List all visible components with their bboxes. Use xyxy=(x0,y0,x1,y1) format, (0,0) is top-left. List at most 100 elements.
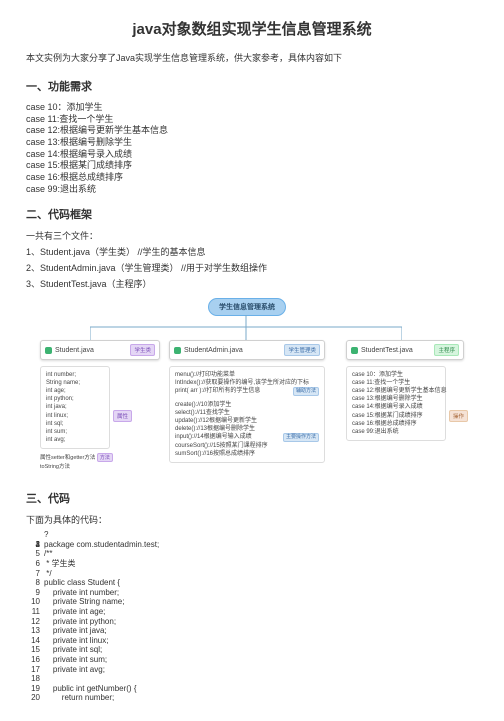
method: create()://10添加学生 xyxy=(175,401,319,409)
prop: int age; xyxy=(46,387,104,395)
code-text: private int java; xyxy=(44,626,107,635)
prop: int sql; xyxy=(46,420,104,428)
method: print( arr )://打印所有的学生信息 xyxy=(175,387,260,396)
method: input()://14根据编号输入成绩 xyxy=(175,433,252,442)
line-number: 18 xyxy=(26,674,40,684)
case-item: case 15:根据某门成绩排序 xyxy=(26,160,478,172)
case: case 99:退出系统 xyxy=(352,428,440,436)
page-title: java对象数组实现学生信息管理系统 xyxy=(26,18,478,39)
prop: int linux; xyxy=(46,412,104,420)
case-item: case 13:根据编号删除学生 xyxy=(26,137,478,149)
code-line: 9 private int number; xyxy=(26,588,478,598)
module-body: case 10：添加学生 case 11:查找一个学生 case 12:根据编号… xyxy=(346,366,446,441)
method: update()://12根据编号更新学生 xyxy=(175,417,319,425)
line-number: 4 xyxy=(26,540,40,550)
intro-text: 本文实例为大家分享了Java实现学生信息管理系统，供大家参考，具体内容如下 xyxy=(26,51,478,64)
code-line: ? xyxy=(26,530,478,540)
code-line: 11 private int age; xyxy=(26,607,478,617)
code-text: */ xyxy=(44,569,52,578)
line-number: 6 xyxy=(26,559,40,569)
prop: int java; xyxy=(46,403,104,411)
code-text: public class Student { xyxy=(44,578,120,587)
code-text: private int avg; xyxy=(44,665,105,674)
side-tag-prop: 属性 xyxy=(113,410,132,422)
method: courseSort()://15按照某门课程排序 xyxy=(175,442,319,450)
file-item: 1、Student.java（学生类） //学生的基本信息 xyxy=(26,246,478,258)
case-item: case 12:根据编号更新学生基本信息 xyxy=(26,125,478,137)
code-line: 15 private int sql; xyxy=(26,645,478,655)
code-line: 19 public int getNumber() { xyxy=(26,684,478,694)
method-tag: 方法 xyxy=(97,453,113,462)
case-item: case 10：添加学生 xyxy=(26,102,478,114)
section-heading-1: 一、功能需求 xyxy=(26,78,478,94)
code-line: 6 * 学生类 xyxy=(26,559,478,569)
prop: int avg; xyxy=(46,436,104,444)
prop: int sum; xyxy=(46,428,104,436)
code-line: 12 private int python; xyxy=(26,617,478,627)
module-footer: 属性setter和getter方法 方法 xyxy=(40,453,160,462)
module-tag: 学生类 xyxy=(130,344,155,356)
line-number: 20 xyxy=(26,693,40,703)
code-line: 8 public class Student { xyxy=(26,578,478,588)
main-method-tag: 主要操作方法 xyxy=(283,433,319,442)
module-student: Student.java 学生类 int number; String name… xyxy=(40,340,160,470)
line-number: 16 xyxy=(26,655,40,665)
code-text: private int sql; xyxy=(44,645,102,654)
code-text: private String name; xyxy=(44,597,124,606)
prop: String name; xyxy=(46,379,104,387)
code-text xyxy=(44,674,53,683)
case: case 15:根据某门成绩排序 xyxy=(352,412,440,420)
file-item: 2、StudentAdmin.java（学生管理类） //用于对学生数组操作 xyxy=(26,262,478,274)
module-student-admin: StudentAdmin.java 学生管理类 menu()://打印功能菜单 … xyxy=(169,340,325,463)
code-line: 16 private int sum; xyxy=(26,655,478,665)
case-item: case 14:根据编号录入成绩 xyxy=(26,149,478,161)
code-text: private int sum; xyxy=(44,655,107,664)
module-name: StudentAdmin.java xyxy=(184,347,243,354)
code-line: 14 private int linux; xyxy=(26,636,478,646)
code-block: ? xyxy=(26,530,478,540)
aux-method-tag: 辅助方法 xyxy=(293,387,319,396)
code-lines: 1234package com.studentadmin.test;5/**6 … xyxy=(26,540,478,703)
line-number: 14 xyxy=(26,636,40,646)
method: IntIndex()://获取要操作的编号,该学生所对应的下标 xyxy=(175,379,319,387)
line-number: 9 xyxy=(26,588,40,598)
module-student-test: StudentTest.java 主程序 case 10：添加学生 case 1… xyxy=(346,340,464,441)
case: case 13:根据编号删除学生 xyxy=(352,395,440,403)
module-header: StudentAdmin.java 学生管理类 xyxy=(169,340,325,360)
code-text: return number; xyxy=(44,693,114,702)
line-number: 12 xyxy=(26,617,40,627)
diagram-top-box: 学生信息管理系统 xyxy=(208,298,286,316)
architecture-diagram: 学生信息管理系统 Student.java 学生类 int number; St… xyxy=(26,298,478,476)
file-icon xyxy=(351,347,358,354)
code-text: private int number; xyxy=(44,588,119,597)
module-header: Student.java 学生类 xyxy=(40,340,160,360)
file-item: 3、StudentTest.java（主程序） xyxy=(26,278,478,290)
case: case 16:根据总成绩排序 xyxy=(352,420,440,428)
code-text: private int age; xyxy=(44,607,105,616)
side-tag-op: 操作 xyxy=(449,410,468,422)
case: case 14:根据编号录入成绩 xyxy=(352,403,440,411)
module-header: StudentTest.java 主程序 xyxy=(346,340,464,360)
line-number: 7 xyxy=(26,569,40,579)
code-text: private int python; xyxy=(44,617,116,626)
line-number: 5 xyxy=(26,549,40,559)
line-number: 8 xyxy=(26,578,40,588)
module-body: int number; String name; int age; int py… xyxy=(40,366,110,449)
module-name: StudentTest.java xyxy=(361,347,413,354)
case-item: case 16:根据总成绩排序 xyxy=(26,172,478,184)
module-footer2: toString方法 xyxy=(40,462,160,470)
frame-intro: 一共有三个文件： xyxy=(26,230,478,242)
line-number: 11 xyxy=(26,607,40,617)
method: select()://11查找学生 xyxy=(175,409,319,417)
method: sumSort()://16按照总成绩排序 xyxy=(175,450,319,458)
section-heading-3: 三、代码 xyxy=(26,490,478,506)
case-item: case 11:查找一个学生 xyxy=(26,114,478,126)
code-text: private int linux; xyxy=(44,636,108,645)
prop: int number; xyxy=(46,371,104,379)
prop: int python; xyxy=(46,395,104,403)
line-number: 13 xyxy=(26,626,40,636)
file-icon xyxy=(45,347,52,354)
code-label: 下面为具体的代码： xyxy=(26,514,478,526)
code-text: package com.studentadmin.test; xyxy=(44,540,159,549)
file-icon xyxy=(174,347,181,354)
